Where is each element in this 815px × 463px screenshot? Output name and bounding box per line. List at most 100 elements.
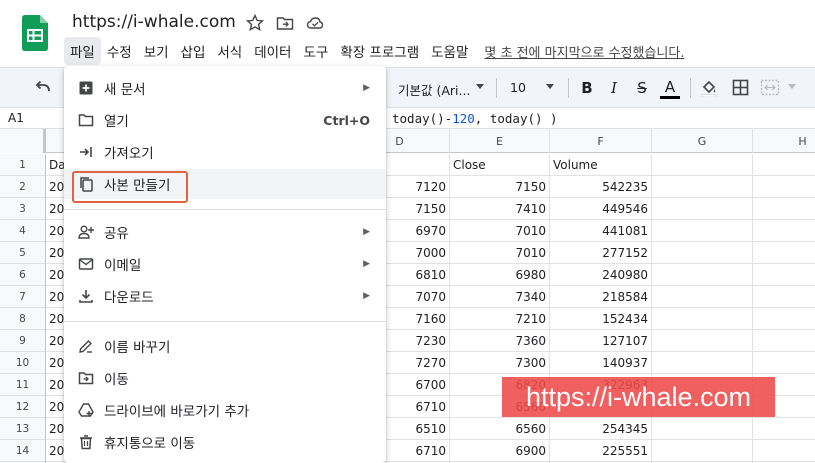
cell-e[interactable]: 7010 [450,242,550,264]
fill-color-icon[interactable] [700,79,718,97]
row-header[interactable]: 8 [0,308,46,330]
menu-item-open[interactable]: 열기 Ctrl+O [64,105,386,135]
menu-item-import[interactable]: 가져오기 [64,137,386,167]
cloud-status-icon[interactable] [306,14,324,32]
cell-g[interactable] [652,286,753,308]
undo-icon[interactable] [34,80,52,96]
row-header[interactable]: 4 [0,220,46,242]
menu-view[interactable]: 보기 [138,37,175,65]
font-size-select[interactable]: 10 [510,80,526,95]
cell-f[interactable]: 218584 [550,286,652,308]
row-header[interactable]: 2 [0,176,46,198]
menu-item-trash[interactable]: 휴지통으로 이동 [64,427,386,457]
cell-g[interactable] [652,330,753,352]
font-size-dropdown-icon[interactable] [546,84,554,89]
text-color-button[interactable]: A [660,78,680,99]
menu-item-download[interactable]: 다운로드 ▶ [64,281,386,311]
cell-f[interactable]: 127107 [550,330,652,352]
cell-g[interactable] [652,154,753,176]
cell-f[interactable]: 542235 [550,176,652,198]
cell-e[interactable]: 6560 [450,418,550,440]
row-header[interactable]: 1 [0,154,46,176]
cell-g[interactable] [652,198,753,220]
row-header[interactable]: 5 [0,242,46,264]
cell-h[interactable] [753,330,815,352]
borders-icon[interactable] [732,79,749,96]
menu-data[interactable]: 데이터 [248,37,297,65]
cell-e[interactable]: Close [450,154,550,176]
cell-h[interactable] [753,308,815,330]
cell-e[interactable]: 7300 [450,352,550,374]
column-header-h[interactable]: H [753,129,815,153]
cell-h[interactable] [753,198,815,220]
cell-h[interactable] [753,176,815,198]
cell-e[interactable]: 7410 [450,198,550,220]
bold-button[interactable]: B [577,78,597,98]
cell-e[interactable]: 7340 [450,286,550,308]
menu-item-new[interactable]: 새 문서 ▶ [64,73,386,103]
cell-h[interactable] [753,264,815,286]
cell-g[interactable] [652,220,753,242]
cell-h[interactable] [753,286,815,308]
formula-input[interactable]: today()-120, today() ) [392,111,558,126]
cell-g[interactable] [652,352,753,374]
google-sheets-logo[interactable] [22,15,48,51]
column-header-g[interactable]: G [652,129,753,153]
cell-e[interactable]: 7010 [450,220,550,242]
cell-e[interactable]: 6980 [450,264,550,286]
row-header[interactable]: 7 [0,286,46,308]
menu-item-rename[interactable]: 이름 바꾸기 [64,331,386,361]
cell-f[interactable]: 449546 [550,198,652,220]
move-folder-icon[interactable] [276,14,294,32]
row-header[interactable]: 6 [0,264,46,286]
cell-h[interactable] [753,154,815,176]
cell-f[interactable]: Volume [550,154,652,176]
cell-g[interactable] [652,176,753,198]
last-edit-link[interactable]: 몇 초 전에 마지막으로 수정했습니다. [484,42,684,61]
menu-item-share[interactable]: 공유 ▶ [64,217,386,247]
cell-h[interactable] [753,418,815,440]
row-header[interactable]: 3 [0,198,46,220]
star-icon[interactable] [246,14,264,32]
cell-h[interactable] [753,352,815,374]
menu-item-drive-shortcut[interactable]: 드라이브에 바로가기 추가 [64,395,386,425]
cell-g[interactable] [652,418,753,440]
column-header-e[interactable]: E [450,129,550,153]
cell-f[interactable]: 254345 [550,418,652,440]
cell-f[interactable]: 152434 [550,308,652,330]
menu-tools[interactable]: 도구 [297,37,334,65]
menu-item-move[interactable]: 이동 [64,363,386,393]
font-family-dropdown-icon[interactable] [476,84,484,89]
font-family-select[interactable]: 기본값 (Ari... [398,80,470,99]
cell-e[interactable]: 6900 [450,440,550,462]
cell-f[interactable]: 140937 [550,352,652,374]
row-header[interactable]: 11 [0,374,46,396]
italic-button[interactable]: I [604,78,624,98]
strikethrough-button[interactable]: S [632,78,652,98]
row-header[interactable]: 14 [0,440,46,462]
cell-h[interactable] [753,242,815,264]
row-header[interactable]: 12 [0,396,46,418]
cell-f[interactable]: 277152 [550,242,652,264]
menu-format[interactable]: 서식 [211,37,248,65]
cell-f[interactable]: 441081 [550,220,652,242]
cell-e[interactable]: 7360 [450,330,550,352]
menu-file[interactable]: 파일 [64,37,101,65]
cell-f[interactable]: 240980 [550,264,652,286]
menu-insert[interactable]: 삽입 [175,37,212,65]
name-box[interactable]: A1 [8,111,24,125]
row-header[interactable]: 9 [0,330,46,352]
cell-e[interactable]: 7210 [450,308,550,330]
menu-extensions[interactable]: 확장 프로그램 [334,37,425,65]
document-title[interactable]: https://i-whale.com [72,12,236,32]
menu-item-email[interactable]: 이메일 ▶ [64,249,386,279]
menu-help[interactable]: 도움말 [425,37,474,65]
cell-f[interactable]: 225551 [550,440,652,462]
column-header-f[interactable]: F [550,129,652,153]
select-all-corner[interactable] [0,129,46,153]
cell-g[interactable] [652,264,753,286]
cell-e[interactable]: 7150 [450,176,550,198]
row-header[interactable]: 10 [0,352,46,374]
cell-h[interactable] [753,220,815,242]
menu-edit[interactable]: 수정 [101,37,138,65]
